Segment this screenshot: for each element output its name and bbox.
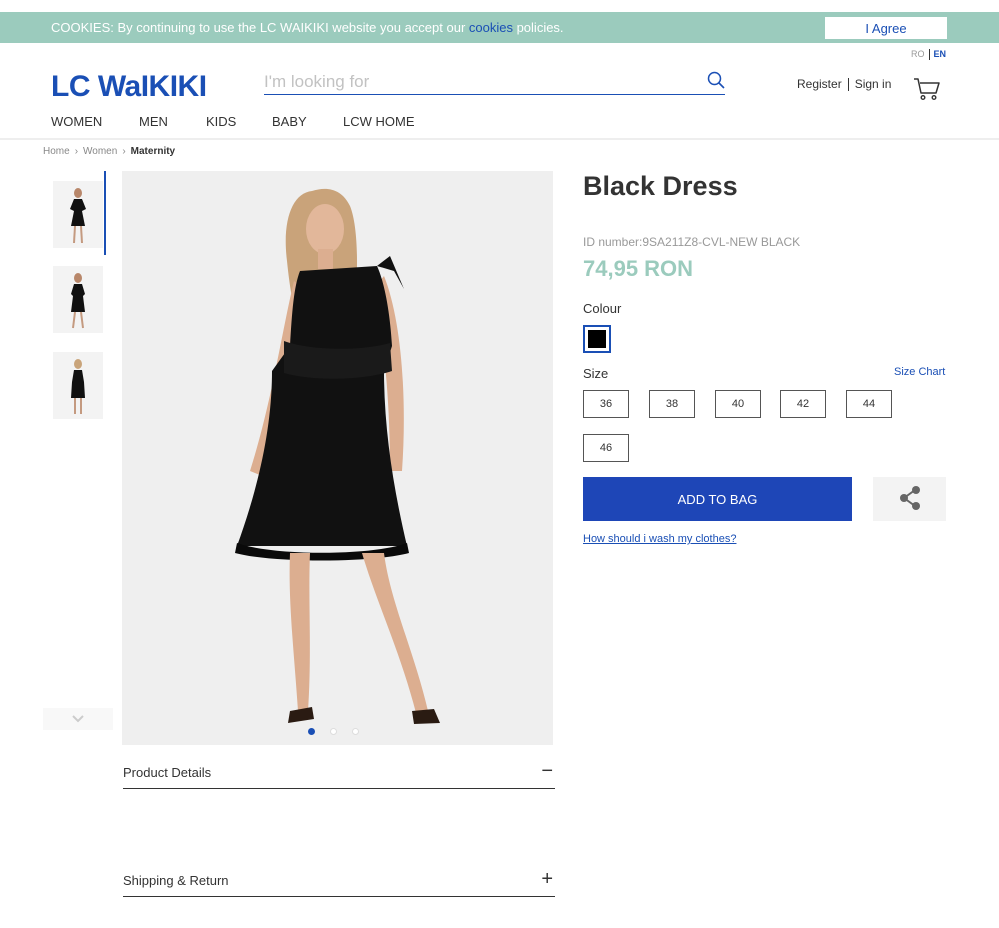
size-label: Size bbox=[583, 366, 609, 381]
size-option-38[interactable]: 38 bbox=[649, 390, 695, 418]
shipping-return-label: Shipping & Return bbox=[123, 873, 229, 888]
cookie-text-end: policies. bbox=[512, 20, 564, 35]
register-link[interactable]: Register bbox=[797, 77, 842, 91]
thumbnail-active-indicator bbox=[104, 171, 106, 255]
add-to-bag-button[interactable]: ADD TO BAG bbox=[583, 477, 852, 521]
logo[interactable]: LC WaIKIKI bbox=[51, 70, 207, 104]
size-option-42[interactable]: 42 bbox=[780, 390, 826, 418]
breadcrumb: Home › Women › Maternity bbox=[43, 146, 175, 157]
nav-women[interactable]: WOMEN bbox=[51, 114, 102, 129]
colour-swatch-black[interactable] bbox=[583, 325, 611, 353]
swatch-fill bbox=[588, 330, 606, 348]
product-id: ID number:9SA211Z8-CVL-NEW BLACK bbox=[583, 235, 801, 249]
minus-icon: − bbox=[541, 760, 553, 782]
plus-icon: + bbox=[541, 868, 553, 890]
thumbnail-scroll-down[interactable] bbox=[43, 708, 113, 730]
breadcrumb-home[interactable]: Home bbox=[43, 146, 70, 157]
lang-en[interactable]: EN bbox=[934, 49, 947, 59]
product-details-label: Product Details bbox=[123, 765, 212, 780]
wash-instructions-link[interactable]: How should i wash my clothes? bbox=[583, 533, 736, 545]
pagination-dot-1[interactable] bbox=[308, 728, 315, 735]
product-title: Black Dress bbox=[583, 171, 738, 201]
colour-label: Colour bbox=[583, 301, 622, 316]
language-switch: RO EN bbox=[911, 49, 947, 61]
nav-lcw-home[interactable]: LCW HOME bbox=[343, 114, 415, 129]
pagination-dot-2[interactable] bbox=[330, 728, 337, 735]
pagination-dot-3[interactable] bbox=[352, 728, 359, 735]
share-button[interactable] bbox=[873, 477, 946, 521]
lang-divider bbox=[928, 49, 930, 61]
cookie-text: COOKIES: By continuing to use the LC WAI… bbox=[51, 20, 469, 35]
share-icon bbox=[899, 485, 920, 510]
cookie-message: COOKIES: By continuing to use the LC WAI… bbox=[51, 20, 564, 35]
dress-model-thumbnail bbox=[71, 273, 85, 329]
breadcrumb-women[interactable]: Women bbox=[83, 146, 117, 157]
size-option-36[interactable]: 36 bbox=[583, 390, 629, 418]
thumbnail-2[interactable] bbox=[53, 266, 103, 333]
thumbnail-1[interactable] bbox=[53, 181, 103, 248]
nav-baby[interactable]: BABY bbox=[272, 114, 307, 129]
chevron-down-icon bbox=[72, 715, 84, 723]
dress-model-thumbnail bbox=[70, 188, 86, 244]
product-details-accordion[interactable]: Product Details − bbox=[123, 759, 555, 789]
search-input[interactable] bbox=[264, 70, 694, 94]
size-option-40[interactable]: 40 bbox=[715, 390, 761, 418]
dress-model-thumbnail bbox=[71, 359, 85, 414]
search-bar bbox=[264, 68, 725, 95]
thumbnail-3[interactable] bbox=[53, 352, 103, 419]
cookies-link[interactable]: cookies bbox=[469, 20, 513, 35]
thumbnail-list bbox=[43, 171, 113, 731]
product-price: 74,95 RON bbox=[583, 256, 694, 281]
sign-in-link[interactable]: Sign in bbox=[855, 77, 892, 91]
agree-button[interactable]: I Agree bbox=[825, 17, 947, 39]
account-divider bbox=[847, 78, 849, 92]
breadcrumb-current: Maternity bbox=[130, 146, 176, 157]
product-image[interactable] bbox=[122, 171, 553, 745]
lang-ro[interactable]: RO bbox=[911, 49, 925, 59]
size-option-44[interactable]: 44 bbox=[846, 390, 892, 418]
size-chart-link[interactable]: Size Chart bbox=[894, 366, 945, 378]
nav-kids[interactable]: KIDS bbox=[206, 114, 236, 129]
cookie-bar: COOKIES: By continuing to use the LC WAI… bbox=[0, 12, 999, 43]
header-divider bbox=[0, 138, 999, 140]
cart-icon[interactable] bbox=[913, 77, 941, 101]
nav-men[interactable]: MEN bbox=[139, 114, 168, 129]
chevron-right-icon: › bbox=[74, 146, 79, 157]
chevron-right-icon: › bbox=[122, 146, 126, 157]
account-links: Register Sign in bbox=[797, 77, 892, 92]
shipping-return-accordion[interactable]: Shipping & Return + bbox=[123, 867, 555, 897]
size-option-46[interactable]: 46 bbox=[583, 434, 629, 462]
search-icon[interactable] bbox=[707, 71, 725, 89]
dress-model-image bbox=[235, 188, 440, 724]
